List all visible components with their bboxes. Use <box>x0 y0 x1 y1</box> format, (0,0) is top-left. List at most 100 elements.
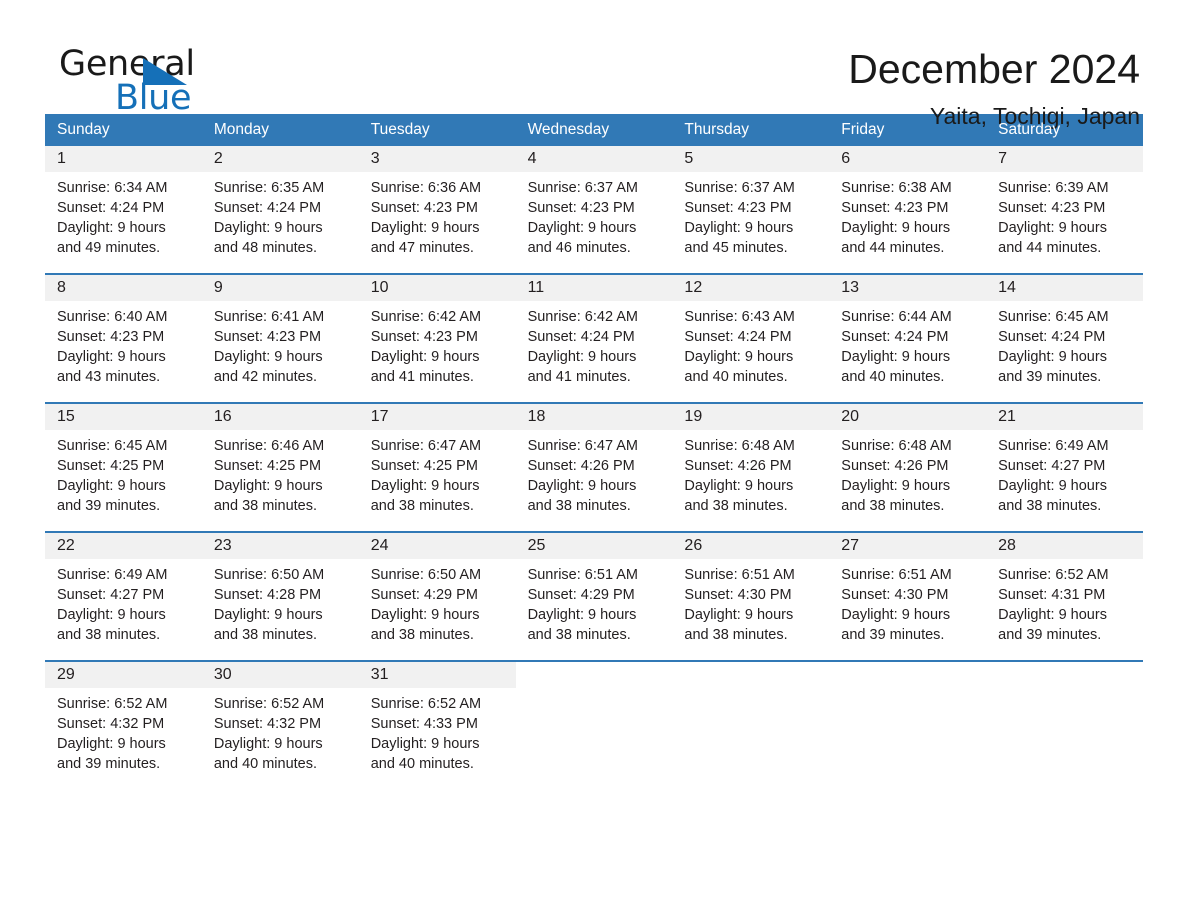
calendar-day-cell[interactable]: 28 Sunrise: 6:52 AM Sunset: 4:31 PM Dayligh… <box>986 533 1143 653</box>
daylight-text-line1: Daylight: 9 hours <box>684 478 794 494</box>
calendar-day-cell[interactable]: 31 Sunrise: 6:52 AM Sunset: 4:33 PM Dayligh… <box>358 662 516 782</box>
calendar-day-cell[interactable]: 3 Sunrise: 6:36 AM Sunset: 4:23 PM Daylight… <box>358 146 516 266</box>
daylight-text-line1: Daylight: 9 hours <box>213 478 323 494</box>
day-details: Sunrise: 6:49 AM Sunset: 4:27 PM Daylight:… <box>45 559 202 645</box>
day-number-band: 8 <box>45 275 202 301</box>
day-number: 9 <box>213 279 223 296</box>
sunset-text: Sunset: 4:23 PM <box>684 200 792 216</box>
sunset-text: Sunset: 4:23 PM <box>370 200 478 216</box>
calendar-day-cell[interactable]: 11 Sunrise: 6:42 AM Sunset: 4:24 PM Dayligh… <box>515 275 673 395</box>
sunset-text: Sunset: 4:31 PM <box>998 587 1106 603</box>
calendar-day-cell[interactable]: 19 Sunrise: 6:48 AM Sunset: 4:26 PM Dayligh… <box>672 404 830 524</box>
calendar-day-cell[interactable]: 24 Sunrise: 6:50 AM Sunset: 4:29 PM Dayligh… <box>358 533 516 653</box>
day-number-band: 18 <box>515 404 673 430</box>
day-number: 19 <box>684 408 703 425</box>
daylight-text-line2: and 49 minutes. <box>57 240 161 256</box>
calendar-day-cell[interactable]: 6 Sunrise: 6:38 AM Sunset: 4:23 PM Daylight… <box>829 146 987 266</box>
daylight-text-line1: Daylight: 9 hours <box>370 736 480 752</box>
sunset-text: Sunset: 4:26 PM <box>684 458 792 474</box>
day-number: 22 <box>57 537 75 554</box>
calendar-day-cell[interactable]: 29 Sunrise: 6:52 AM Sunset: 4:32 PM Dayligh… <box>45 662 202 782</box>
sunrise-text: Sunrise: 6:37 AM <box>684 180 795 196</box>
calendar-day-cell[interactable]: 5 Sunrise: 6:37 AM Sunset: 4:23 PM Daylight… <box>672 146 830 266</box>
calendar-day-cell[interactable]: 2 Sunrise: 6:35 AM Sunset: 4:24 PM Daylight… <box>201 146 359 266</box>
day-number: 27 <box>841 537 860 554</box>
calendar-day-cell[interactable]: 25 Sunrise: 6:51 AM Sunset: 4:29 PM Dayligh… <box>515 533 673 653</box>
daylight-text-line1: Daylight: 9 hours <box>527 607 637 623</box>
calendar-day-cell[interactable]: 22 Sunrise: 6:49 AM Sunset: 4:27 PM Dayligh… <box>45 533 202 653</box>
calendar-day-cell[interactable]: 17 Sunrise: 6:47 AM Sunset: 4:25 PM Dayligh… <box>358 404 516 524</box>
daylight-text-line1: Daylight: 9 hours <box>213 220 323 236</box>
calendar-day-cell[interactable]: 12 Sunrise: 6:43 AM Sunset: 4:24 PM Dayligh… <box>672 275 830 395</box>
calendar-day-cell[interactable]: 1 Sunrise: 6:34 AM Sunset: 4:24 PM Daylight… <box>45 146 202 266</box>
weekday-saturday: Saturday <box>998 121 1061 138</box>
calendar-day-cell[interactable]: 8 Sunrise: 6:40 AM Sunset: 4:23 PM Daylight… <box>45 275 202 395</box>
calendar-day-cell[interactable]: 16 Sunrise: 6:46 AM Sunset: 4:25 PM Dayligh… <box>201 404 359 524</box>
calendar-day-cell[interactable]: 14 Sunrise: 6:45 AM Sunset: 4:24 PM Dayligh… <box>986 275 1143 395</box>
calendar-day-cell[interactable]: 9 Sunrise: 6:41 AM Sunset: 4:23 PM Daylight… <box>201 275 359 395</box>
calendar-table: Sunday Monday Tuesday Wednesday Thursday… <box>45 114 1143 782</box>
calendar-day-cell[interactable]: 23 Sunrise: 6:50 AM Sunset: 4:28 PM Dayligh… <box>201 533 359 653</box>
calendar-day-cell-empty <box>829 662 986 782</box>
calendar-day-cell[interactable]: 13 Sunrise: 6:44 AM Sunset: 4:24 PM Dayligh… <box>829 275 987 395</box>
calendar-day-cell[interactable]: 10 Sunrise: 6:42 AM Sunset: 4:23 PM Dayligh… <box>358 275 516 395</box>
daylight-text-line1: Daylight: 9 hours <box>527 349 637 365</box>
day-number: 13 <box>841 279 860 296</box>
calendar-day-cell[interactable]: 21 Sunrise: 6:49 AM Sunset: 4:27 PM Dayligh… <box>986 404 1143 524</box>
sunrise-text: Sunrise: 6:38 AM <box>841 180 952 196</box>
daylight-text-line2: and 39 minutes. <box>998 627 1102 643</box>
daylight-text-line1: Daylight: 9 hours <box>213 607 323 623</box>
calendar-day-cell[interactable]: 15 Sunrise: 6:45 AM Sunset: 4:25 PM Dayligh… <box>45 404 202 524</box>
day-details: Sunrise: 6:35 AM Sunset: 4:24 PM Daylight:… <box>202 172 359 258</box>
day-number: 8 <box>57 279 66 296</box>
calendar-day-cell[interactable]: 20 Sunrise: 6:48 AM Sunset: 4:26 PM Dayligh… <box>829 404 987 524</box>
daylight-text-line1: Daylight: 9 hours <box>998 607 1107 623</box>
calendar-day-cell[interactable]: 18 Sunrise: 6:47 AM Sunset: 4:26 PM Dayligh… <box>515 404 673 524</box>
sunrise-text: Sunrise: 6:49 AM <box>998 438 1109 454</box>
daylight-text-line2: and 39 minutes. <box>841 627 945 643</box>
weekday-monday: Monday <box>213 121 269 138</box>
daylight-text-line2: and 38 minutes. <box>527 498 631 514</box>
day-number-band: 16 <box>201 404 359 430</box>
sunrise-text: Sunrise: 6:52 AM <box>213 696 325 712</box>
calendar-day-cell[interactable]: 4 Sunrise: 6:37 AM Sunset: 4:23 PM Daylight… <box>515 146 673 266</box>
day-number: 3 <box>370 150 380 167</box>
sunset-text: Sunset: 4:24 PM <box>57 200 165 216</box>
day-number-band: 20 <box>829 404 987 430</box>
sunset-text: Sunset: 4:25 PM <box>213 458 322 474</box>
sunset-text: Sunset: 4:27 PM <box>57 587 165 603</box>
calendar-day-cell[interactable]: 26 Sunrise: 6:51 AM Sunset: 4:30 PM Dayligh… <box>672 533 830 653</box>
day-details: Sunrise: 6:37 AM Sunset: 4:23 PM Daylight:… <box>672 172 829 258</box>
day-details <box>986 688 1143 694</box>
day-number-band: 10 <box>358 275 516 301</box>
daylight-text-line1: Daylight: 9 hours <box>57 349 166 365</box>
day-number-band: 9 <box>201 275 359 301</box>
daylight-text-line1: Daylight: 9 hours <box>841 607 951 623</box>
generalblue-logo[interactable]: General Blue <box>45 44 235 118</box>
day-number-band: 25 <box>515 533 673 559</box>
day-number-band: 22 <box>45 533 202 559</box>
day-details: Sunrise: 6:52 AM Sunset: 4:33 PM Daylight:… <box>359 688 516 774</box>
day-number-band: 26 <box>672 533 830 559</box>
day-number-band: 7 <box>986 146 1143 172</box>
sunset-text: Sunset: 4:23 PM <box>998 200 1106 216</box>
day-number-band: 12 <box>672 275 830 301</box>
day-number-band: 3 <box>358 146 516 172</box>
sunrise-text: Sunrise: 6:37 AM <box>527 180 638 196</box>
daylight-text-line2: and 38 minutes. <box>841 498 945 514</box>
calendar-day-cell[interactable]: 7 Sunrise: 6:39 AM Sunset: 4:23 PM Daylight… <box>986 146 1143 266</box>
day-number-band: 11 <box>515 275 673 301</box>
day-number-band: 2 <box>201 146 359 172</box>
logo-text-blue: Blue <box>115 78 192 118</box>
page-header: General Blue December 2024 Yaita, Tochig… <box>45 0 1143 129</box>
calendar-day-cell[interactable]: 27 Sunrise: 6:51 AM Sunset: 4:30 PM Dayligh… <box>829 533 987 653</box>
sunrise-text: Sunrise: 6:50 AM <box>370 567 482 583</box>
day-details: Sunrise: 6:50 AM Sunset: 4:29 PM Daylight:… <box>359 559 516 645</box>
calendar-day-cell[interactable]: 30 Sunrise: 6:52 AM Sunset: 4:32 PM Dayligh… <box>201 662 359 782</box>
day-number-band: 30 <box>201 662 359 688</box>
daylight-text-line1: Daylight: 9 hours <box>841 349 951 365</box>
day-details: Sunrise: 6:43 AM Sunset: 4:24 PM Daylight:… <box>672 301 829 387</box>
day-number: 12 <box>684 279 703 296</box>
day-details: Sunrise: 6:51 AM Sunset: 4:30 PM Daylight:… <box>829 559 986 645</box>
daylight-text-line2: and 45 minutes. <box>684 240 788 256</box>
